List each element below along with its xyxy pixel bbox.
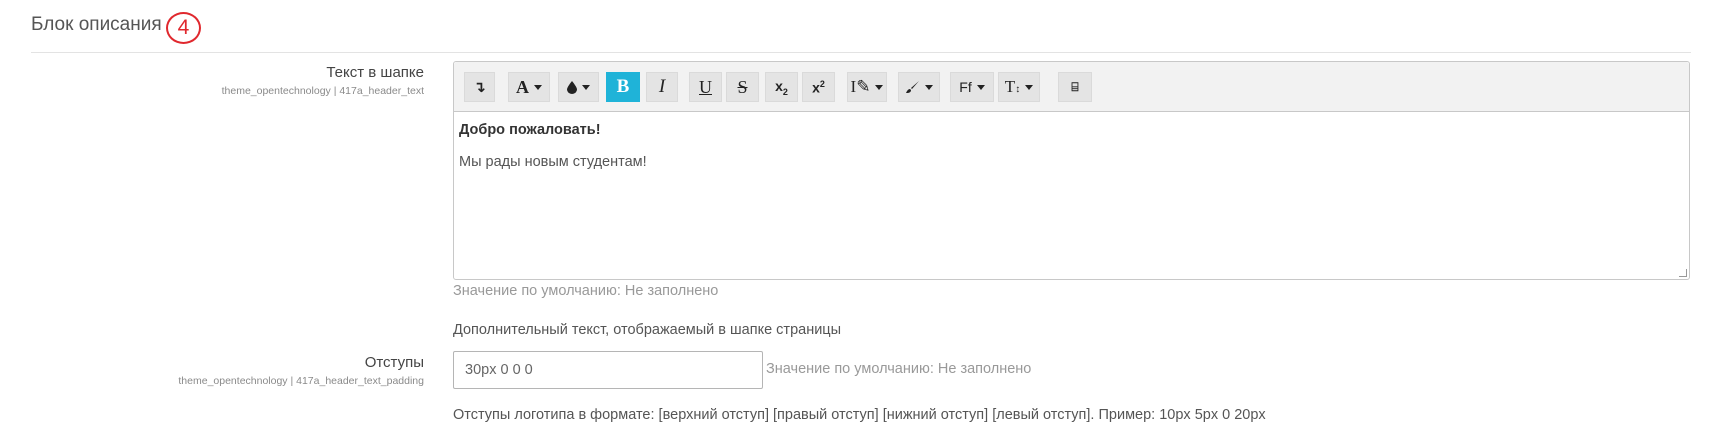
header-text-label: Текст в шапке	[326, 64, 424, 81]
font-size-icon: T↕	[1004, 77, 1021, 96]
editor-content-area[interactable]: Добро пожаловать! Мы рады новым студента…	[454, 113, 1689, 279]
strikethrough-button[interactable]: S	[726, 72, 759, 102]
section-header: Блок описания 4	[31, 12, 1691, 53]
bold-button[interactable]: B	[606, 72, 640, 102]
brush-button[interactable]	[898, 72, 940, 102]
content-paragraph: Мы рады новым студентам!	[459, 154, 647, 170]
html-source-button[interactable]: ⌸	[1058, 72, 1092, 102]
font-color-button[interactable]	[558, 72, 599, 102]
subscript-button[interactable]: x2	[765, 72, 798, 102]
collapse-toggle-button[interactable]: ↴	[464, 72, 495, 102]
padding-setting-id: theme_opentechnology | 417a_header_text_…	[178, 375, 424, 387]
subscript-icon: x2	[775, 77, 788, 97]
padding-label: Отступы	[364, 354, 424, 371]
font-family-icon: Ff	[959, 79, 972, 95]
arrow-down-hook-icon: ↴	[473, 79, 486, 96]
strikethrough-icon: S	[737, 76, 748, 97]
resize-handle[interactable]	[1679, 269, 1687, 277]
brush-icon	[905, 80, 919, 93]
code-icon: ⌸	[1071, 79, 1079, 94]
font-style-button[interactable]: A	[508, 72, 550, 102]
font-family-button[interactable]: Ff	[950, 72, 994, 102]
header-text-setting-id: theme_opentechnology | 417a_header_text	[221, 85, 424, 97]
header-text-description: Дополнительный текст, отображаемый в шап…	[453, 322, 842, 338]
pen-icon: I✎	[850, 77, 871, 96]
rich-text-editor[interactable]: ↴ A B I U S x2 x2 I✎ Ff T↕ ⌸ Добро пожал…	[453, 61, 1690, 280]
superscript-icon: x2	[812, 78, 825, 96]
padding-default-note: Значение по умолчанию: Не заполнено	[766, 361, 1032, 377]
header-text-default-note: Значение по умолчанию: Не заполнено	[453, 283, 719, 299]
superscript-button[interactable]: x2	[802, 72, 835, 102]
padding-description: Отступы логотипа в формате: [верхний отс…	[453, 407, 1266, 423]
section-title: Блок описания	[31, 14, 162, 35]
bold-icon: B	[616, 76, 630, 97]
underline-icon: U	[699, 76, 712, 97]
font-size-button[interactable]: T↕	[998, 72, 1040, 102]
italic-button[interactable]: I	[646, 72, 678, 102]
text-format-button[interactable]: I✎	[847, 72, 887, 102]
droplet-icon	[567, 80, 577, 94]
section-number-badge: 4	[166, 12, 201, 44]
content-heading: Добро пожаловать!	[459, 122, 601, 138]
font-icon: A	[516, 76, 529, 97]
italic-icon: I	[658, 76, 666, 97]
editor-toolbar: ↴ A B I U S x2 x2 I✎ Ff T↕ ⌸	[454, 62, 1689, 112]
underline-button[interactable]: U	[689, 72, 722, 102]
padding-input[interactable]	[453, 351, 763, 389]
